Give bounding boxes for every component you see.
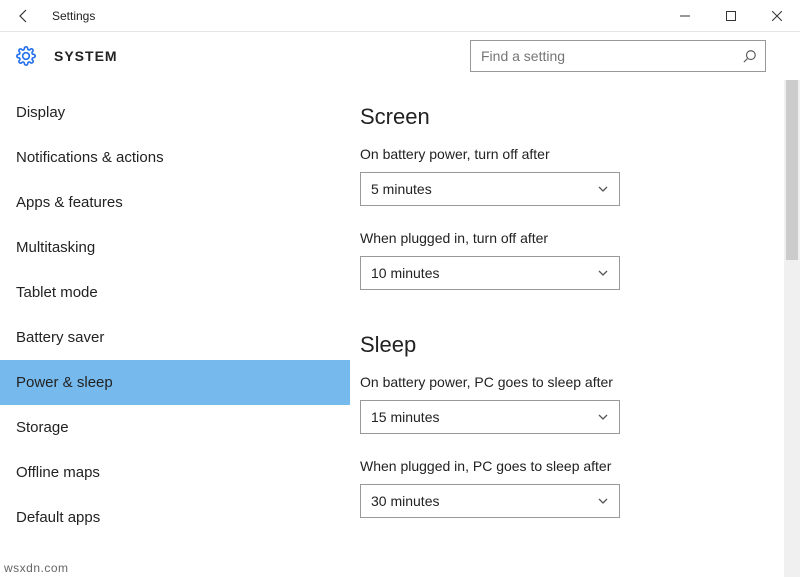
search-icon	[743, 49, 757, 63]
category-title: SYSTEM	[54, 48, 118, 64]
screen-plugged-label: When plugged in, turn off after	[360, 230, 800, 246]
close-button[interactable]	[754, 0, 800, 32]
sidebar-item-default-apps[interactable]: Default apps	[0, 495, 350, 540]
maximize-button[interactable]	[708, 0, 754, 32]
select-value: 10 minutes	[371, 265, 439, 281]
select-value: 15 minutes	[371, 409, 439, 425]
sidebar-item-offline-maps[interactable]: Offline maps	[0, 450, 350, 495]
header: SYSTEM	[0, 32, 800, 80]
search-box[interactable]	[470, 40, 766, 72]
chevron-down-icon	[597, 267, 609, 279]
chevron-down-icon	[597, 183, 609, 195]
sidebar-item-label: Default apps	[16, 509, 100, 526]
screen-battery-label: On battery power, turn off after	[360, 146, 800, 162]
sidebar-item-label: Storage	[16, 419, 69, 436]
sidebar-item-power-sleep[interactable]: Power & sleep	[0, 360, 350, 405]
sidebar-item-label: Battery saver	[16, 329, 104, 346]
window-controls	[662, 0, 800, 32]
sidebar-item-label: Offline maps	[16, 464, 100, 481]
scrollbar[interactable]	[784, 80, 800, 577]
sidebar-item-label: Tablet mode	[16, 284, 98, 301]
sidebar-item-label: Apps & features	[16, 194, 123, 211]
sleep-plugged-label: When plugged in, PC goes to sleep after	[360, 458, 800, 474]
sleep-battery-label: On battery power, PC goes to sleep after	[360, 374, 800, 390]
scrollbar-thumb[interactable]	[786, 80, 798, 260]
sidebar-item-battery-saver[interactable]: Battery saver	[0, 315, 350, 360]
sidebar-item-notifications[interactable]: Notifications & actions	[0, 135, 350, 180]
content-pane: Screen On battery power, turn off after …	[350, 80, 800, 577]
titlebar: Settings	[0, 0, 800, 32]
screen-battery-select[interactable]: 5 minutes	[360, 172, 620, 206]
back-button[interactable]	[0, 0, 48, 32]
chevron-down-icon	[597, 411, 609, 423]
sidebar-item-label: Power & sleep	[16, 374, 113, 391]
sidebar-item-label: Notifications & actions	[16, 149, 164, 166]
sleep-battery-select[interactable]: 15 minutes	[360, 400, 620, 434]
sidebar: Display Notifications & actions Apps & f…	[0, 80, 350, 577]
chevron-down-icon	[597, 495, 609, 507]
sidebar-item-display[interactable]: Display	[0, 90, 350, 135]
sidebar-item-multitasking[interactable]: Multitasking	[0, 225, 350, 270]
watermark: wsxdn.com	[4, 561, 69, 575]
gear-icon	[14, 44, 38, 68]
section-heading-screen: Screen	[360, 104, 800, 130]
search-input[interactable]	[471, 41, 765, 71]
screen-plugged-select[interactable]: 10 minutes	[360, 256, 620, 290]
sidebar-item-apps[interactable]: Apps & features	[0, 180, 350, 225]
select-value: 5 minutes	[371, 181, 432, 197]
sidebar-item-label: Display	[16, 104, 65, 121]
section-heading-sleep: Sleep	[360, 332, 800, 358]
sidebar-item-tablet-mode[interactable]: Tablet mode	[0, 270, 350, 315]
window-title: Settings	[48, 9, 662, 23]
minimize-button[interactable]	[662, 0, 708, 32]
sidebar-item-label: Multitasking	[16, 239, 95, 256]
select-value: 30 minutes	[371, 493, 439, 509]
sleep-plugged-select[interactable]: 30 minutes	[360, 484, 620, 518]
sidebar-item-storage[interactable]: Storage	[0, 405, 350, 450]
